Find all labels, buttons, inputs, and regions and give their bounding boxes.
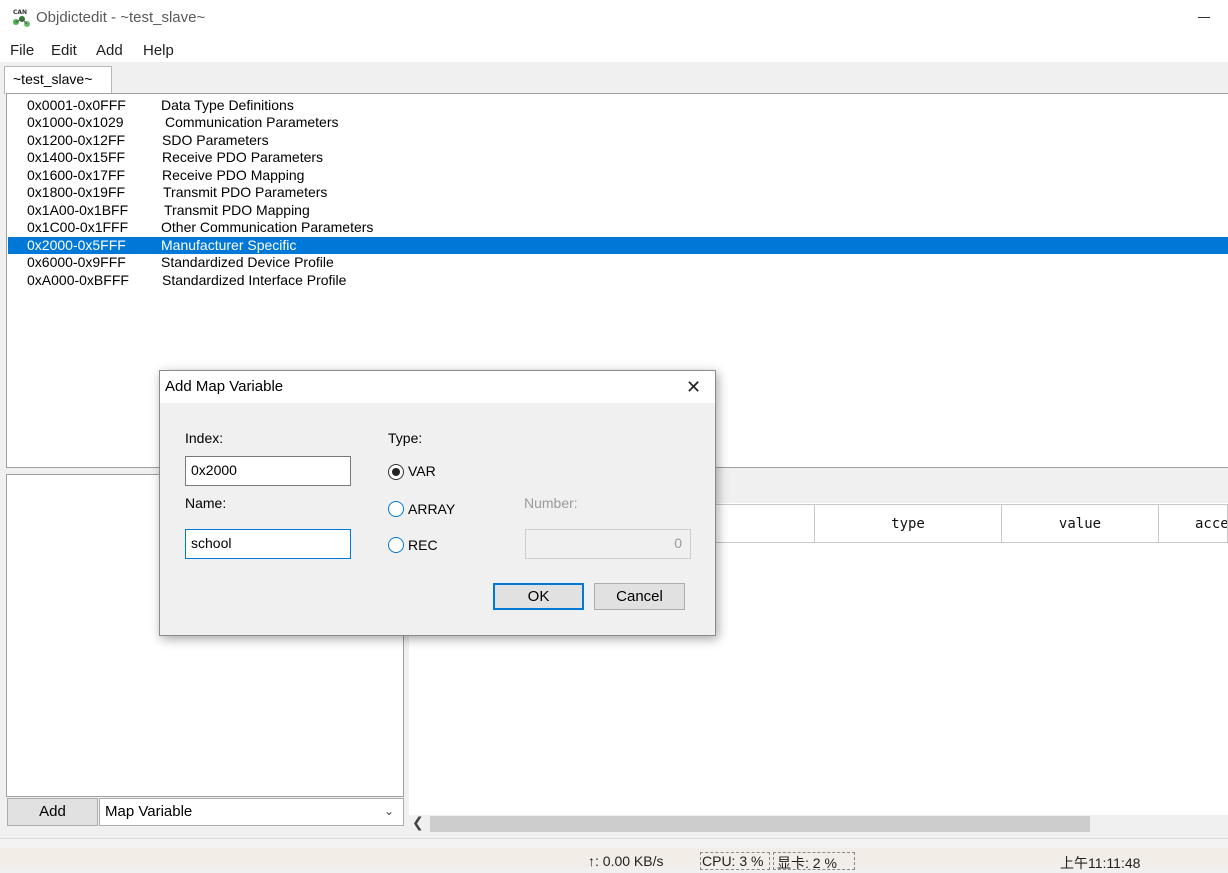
list-item-name: Data Type Definitions bbox=[161, 97, 294, 113]
list-item-range: 0x1800-0x19FF bbox=[27, 184, 126, 200]
ok-button[interactable]: OK bbox=[493, 583, 584, 610]
list-item-name: Manufacturer Specific bbox=[161, 237, 297, 253]
grid-header-type[interactable]: type bbox=[814, 504, 1002, 543]
minimize-icon[interactable] bbox=[1198, 17, 1210, 18]
window-title: Objdictedit - ~test_slave~ bbox=[36, 9, 206, 26]
list-item[interactable]: 0x1800-0x19FF Transmit PDO Parameters bbox=[8, 184, 1228, 201]
radio-rec-label[interactable]: REC bbox=[408, 537, 438, 553]
list-item-range: 0x1400-0x15FF bbox=[27, 149, 126, 165]
list-item-selected[interactable]: 0x2000-0x5FFF Manufacturer Specific bbox=[8, 237, 1228, 254]
list-item-name: SDO Parameters bbox=[162, 132, 269, 148]
grid-header-access[interactable]: acce bbox=[1158, 504, 1228, 543]
list-item-name: Standardized Device Profile bbox=[161, 254, 334, 270]
list-item-range: 0x1C00-0x1FFF bbox=[27, 219, 129, 235]
name-input-value: school bbox=[191, 535, 232, 551]
list-item-name: Other Communication Parameters bbox=[161, 219, 374, 235]
radio-rec[interactable] bbox=[388, 537, 404, 553]
type-label: Type: bbox=[388, 430, 423, 446]
number-label: Number: bbox=[524, 495, 578, 511]
list-item[interactable]: 0xA000-0xBFFF Standardized Interface Pro… bbox=[8, 272, 1228, 289]
variable-type-select[interactable]: Map Variable bbox=[99, 798, 404, 826]
list-item-name: Communication Parameters bbox=[165, 114, 339, 130]
close-icon[interactable]: ✕ bbox=[686, 377, 701, 398]
gpu-readout: 显卡: 2 % bbox=[777, 855, 837, 871]
radio-var-label[interactable]: VAR bbox=[408, 463, 436, 479]
list-item-name: Transmit PDO Parameters bbox=[163, 184, 328, 200]
list-item[interactable]: 0x1200-0x12FF SDO Parameters bbox=[8, 132, 1228, 149]
list-item[interactable]: 0x6000-0x9FFF Standardized Device Profil… bbox=[8, 254, 1228, 271]
list-item-range: 0x2000-0x5FFF bbox=[27, 237, 126, 253]
list-item-range: 0xA000-0xBFFF bbox=[27, 272, 129, 288]
chevron-down-icon[interactable]: ⌄ bbox=[384, 804, 394, 818]
radio-var[interactable] bbox=[388, 464, 404, 480]
list-item[interactable]: 0x1C00-0x1FFF Other Communication Parame… bbox=[8, 219, 1228, 236]
list-item-name: Standardized Interface Profile bbox=[162, 272, 347, 288]
list-item-range: 0x0001-0x0FFF bbox=[27, 97, 126, 113]
add-map-variable-dialog: Add Map Variable ✕ Index: 0x2000 Name: s… bbox=[159, 370, 716, 636]
add-button[interactable]: Add bbox=[7, 798, 98, 826]
name-label: Name: bbox=[185, 495, 227, 511]
menu-add[interactable]: Add bbox=[96, 42, 123, 59]
radio-array[interactable] bbox=[388, 501, 404, 517]
cancel-button[interactable]: Cancel bbox=[594, 583, 685, 610]
list-item-range: 0x6000-0x9FFF bbox=[27, 254, 126, 270]
list-item[interactable]: 0x1600-0x17FF Receive PDO Mapping bbox=[8, 167, 1228, 184]
tab-strip bbox=[0, 62, 1228, 94]
list-item[interactable]: 0x0001-0x0FFF Data Type Definitions bbox=[8, 97, 1228, 114]
grid-header-value[interactable]: value bbox=[1001, 504, 1159, 543]
scrollbar-thumb[interactable] bbox=[430, 816, 1090, 832]
menu-bar: File Edit Add Help bbox=[0, 38, 1228, 62]
list-item-name: Transmit PDO Mapping bbox=[164, 202, 310, 218]
list-item-range: 0x1600-0x17FF bbox=[27, 167, 126, 183]
list-item[interactable]: 0x1A00-0x1BFF Transmit PDO Mapping bbox=[8, 202, 1228, 219]
scroll-left-icon[interactable]: ❮ bbox=[412, 815, 424, 831]
dialog-title: Add Map Variable bbox=[165, 378, 284, 395]
radio-array-label[interactable]: ARRAY bbox=[408, 501, 455, 517]
list-item-range: 0x1000-0x1029 bbox=[27, 114, 124, 130]
tab-test-slave[interactable]: ~test_slave~ bbox=[4, 66, 112, 94]
app-icon: CAN bbox=[13, 9, 30, 27]
list-item-name: Receive PDO Parameters bbox=[162, 149, 324, 165]
list-item-range: 0x1A00-0x1BFF bbox=[27, 202, 129, 218]
index-input[interactable]: 0x2000 bbox=[185, 456, 351, 486]
clock: 上午11:11:48 bbox=[1060, 855, 1141, 871]
name-input[interactable]: school bbox=[185, 529, 351, 559]
list-item[interactable]: 0x1400-0x15FF Receive PDO Parameters bbox=[8, 149, 1228, 166]
app-icon-text: CAN bbox=[13, 9, 27, 16]
index-label: Index: bbox=[185, 430, 224, 446]
list-item-range: 0x1200-0x12FF bbox=[27, 132, 126, 148]
list-item[interactable]: 0x1000-0x1029 Communication Parameters bbox=[8, 114, 1228, 131]
menu-file[interactable]: File bbox=[10, 42, 34, 59]
menu-edit[interactable]: Edit bbox=[51, 42, 77, 59]
number-input: 0 bbox=[525, 529, 691, 559]
menu-help[interactable]: Help bbox=[143, 42, 174, 59]
list-item-name: Receive PDO Mapping bbox=[162, 167, 305, 183]
